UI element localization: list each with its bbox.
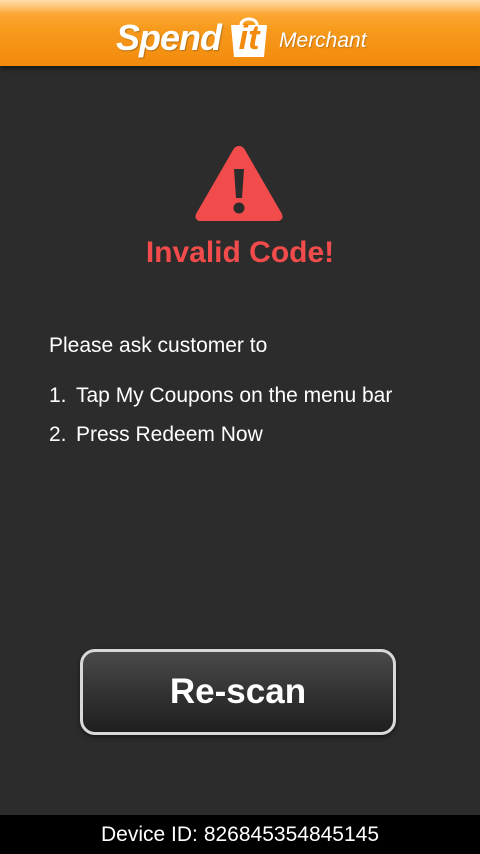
logo-brand-word: Spend [116, 17, 222, 58]
app-header: Spend it Merchant [0, 0, 480, 66]
warning-triangle-icon [195, 146, 283, 221]
instructions: Please ask customer to 1. Tap My Coupons… [49, 332, 459, 460]
step-number: 2. [49, 423, 67, 446]
instruction-step: 2. Press Redeem Now [49, 421, 459, 449]
step-number: 1. [49, 384, 67, 407]
invalid-code-title: Invalid Code! [145, 236, 335, 269]
device-id-footer: Device ID: 826845354845145 [0, 815, 480, 854]
shopping-bag-icon: it [227, 16, 271, 58]
instruction-steps: 1. Tap My Coupons on the menu bar 2. Pre… [49, 382, 459, 449]
rescan-button[interactable]: Re-scan [80, 649, 396, 735]
logo-bag-word: it [238, 19, 260, 57]
step-text: Tap My Coupons on the menu bar [76, 384, 393, 407]
device-id-label: Device ID: [100, 822, 198, 846]
instruction-step: 1. Tap My Coupons on the menu bar [49, 382, 459, 410]
device-id-value: 826845354845145 [203, 822, 380, 846]
spend-it-merchant-logo: Spend it Merchant [116, 12, 367, 58]
step-text: Press Redeem Now [76, 423, 263, 446]
instructions-intro: Please ask customer to [49, 334, 268, 357]
logo-subtitle: Merchant [279, 29, 367, 52]
